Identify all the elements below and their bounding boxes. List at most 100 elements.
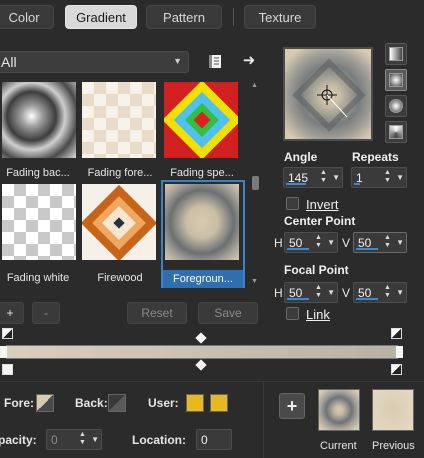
fore-swatch[interactable] <box>36 394 54 412</box>
tab-gradient[interactable]: Gradient <box>65 5 137 29</box>
chevron-down-icon[interactable]: ▼ <box>396 238 404 247</box>
midpoint-top-handle[interactable] <box>195 332 207 344</box>
focal-h-label: H <box>274 286 283 300</box>
gradient-bar[interactable] <box>6 345 398 359</box>
user-color-swatch[interactable] <box>186 394 204 412</box>
location-field[interactable]: 0 <box>196 429 232 450</box>
tab-pattern-label: Pattern <box>163 9 205 25</box>
repeats-slider-fill <box>354 183 360 185</box>
center-point-icon[interactable] <box>313 83 357 127</box>
stepper-arrows-icon[interactable]: ▲ ▼ <box>313 234 324 251</box>
chevron-down-icon[interactable]: ▼ <box>91 435 99 444</box>
bottom-right-stop-icon[interactable] <box>391 364 402 375</box>
remove-gradient-button[interactable]: - <box>32 302 60 324</box>
thumb-firewood[interactable] <box>80 182 158 262</box>
thumb-label: Fading bac... <box>6 167 70 179</box>
arrow-right-icon[interactable]: ➜ <box>240 51 258 69</box>
reset-button[interactable]: Reset <box>127 302 187 324</box>
chevron-down-icon[interactable]: ▼ <box>327 238 335 247</box>
thumb-label: Fading fore... <box>87 167 153 179</box>
tab-pattern[interactable]: Pattern <box>146 5 222 29</box>
focal-h-slider-fill <box>287 298 309 300</box>
scroll-down-icon[interactable]: ▼ <box>251 278 258 285</box>
focal-h-stepper[interactable]: 50 ▲ ▼ ▼ <box>284 282 338 303</box>
add-label: + <box>6 306 14 320</box>
tab-color[interactable]: Color <box>0 5 54 29</box>
save-button[interactable]: Save <box>198 302 258 324</box>
chevron-down-icon: ▼ <box>173 56 182 66</box>
linear-gradient-icon <box>389 47 403 61</box>
angle-label: Angle <box>284 150 318 164</box>
fore-label: Fore: <box>4 396 34 410</box>
midpoint-bottom-handle[interactable] <box>195 359 207 371</box>
style-sunburst-button[interactable] <box>385 95 407 117</box>
stepper-arrows-icon[interactable]: ▲ ▼ <box>382 234 393 251</box>
repeats-stepper[interactable]: 1 ▲ ▼ ▼ <box>351 167 407 188</box>
angle-stepper[interactable]: 145 ▲ ▼ ▼ <box>283 167 343 188</box>
add-gradient-button[interactable]: + <box>0 302 24 324</box>
chevron-down-icon[interactable]: ▼ <box>327 288 335 297</box>
top-left-stop-icon[interactable] <box>2 328 13 339</box>
style-radial-button[interactable] <box>385 121 407 143</box>
stepper-arrows-icon[interactable]: ▲ ▼ <box>382 169 393 186</box>
add-to-swatches-button[interactable]: + <box>279 393 305 419</box>
chevron-down-icon[interactable]: ▼ <box>332 173 340 182</box>
tab-separator <box>233 8 234 26</box>
location-value: 0 <box>201 432 208 447</box>
invert-checkbox[interactable] <box>286 197 299 210</box>
scrollbar-thumb[interactable] <box>252 176 259 190</box>
category-value: All <box>1 54 17 70</box>
tab-gradient-label: Gradient <box>76 9 126 25</box>
focal-v-stepper[interactable]: 50 ▲ ▼ ▼ <box>353 282 407 303</box>
tab-color-label: Color <box>8 9 40 25</box>
category-dropdown[interactable]: All ▼ <box>0 51 189 73</box>
bottom-left-stop-icon[interactable] <box>2 364 13 375</box>
focal-v-slider-fill <box>356 298 378 300</box>
stepper-arrows-icon[interactable]: ▲ ▼ <box>313 284 324 301</box>
link-label: Link <box>306 307 330 322</box>
thumb-fading-spectrum[interactable] <box>162 80 240 160</box>
thumb-label: Firewood <box>97 272 143 284</box>
center-h-slider-fill <box>287 248 309 250</box>
scroll-up-icon[interactable]: ▲ <box>251 82 258 89</box>
center-v-slider-fill <box>356 248 378 250</box>
previous-label: Previous <box>372 440 415 452</box>
location-label: Location: <box>132 433 186 447</box>
opacity-label: pacity: <box>0 433 37 447</box>
center-v-stepper[interactable]: 50 ▲ ▼ ▼ <box>353 232 407 253</box>
remove-label: - <box>44 306 48 320</box>
chevron-down-icon[interactable]: ▼ <box>396 173 404 182</box>
current-label: Current <box>320 440 357 452</box>
plus-icon: + <box>286 395 298 416</box>
stepper-arrows-icon[interactable]: ▲ ▼ <box>318 169 329 186</box>
user-color-swatch-large[interactable] <box>210 394 228 412</box>
user-label: User: <box>148 396 179 410</box>
library-icon[interactable] <box>206 52 224 70</box>
focal-point-label: Focal Point <box>284 263 349 277</box>
stepper-arrows-icon[interactable]: ▲ ▼ <box>382 284 393 301</box>
back-swatch[interactable] <box>108 394 126 412</box>
link-checkbox[interactable] <box>286 307 299 320</box>
chevron-down-icon[interactable]: ▼ <box>396 288 404 297</box>
gradient-preview[interactable] <box>283 47 373 141</box>
invert-label-text: Invert <box>306 197 339 212</box>
thumb-fading-foreground[interactable] <box>80 80 158 160</box>
thumb-fading-white[interactable] <box>0 182 78 262</box>
rectangular-gradient-icon <box>389 73 403 87</box>
current-swatch[interactable] <box>318 389 360 431</box>
style-rectangular-button[interactable] <box>385 69 407 91</box>
center-h-stepper[interactable]: 50 ▲ ▼ ▼ <box>284 232 338 253</box>
selected-thumb-label: Foregroun... <box>163 270 243 288</box>
previous-swatch[interactable] <box>372 389 414 431</box>
top-right-stop-icon[interactable] <box>391 328 402 339</box>
style-linear-button[interactable] <box>385 43 407 65</box>
center-v-label: V <box>342 236 351 250</box>
stepper-arrows-icon[interactable]: ▲ ▼ <box>77 431 88 448</box>
gallery-scrollbar[interactable]: ▲ ▼ <box>250 80 261 288</box>
thumb-fading-background[interactable] <box>0 80 78 160</box>
left-end-marker <box>0 346 7 358</box>
tab-texture[interactable]: Texture <box>244 5 316 29</box>
thumb-label: Fading white <box>6 272 70 284</box>
opacity-stepper[interactable]: 0 ▲ ▼ ▼ <box>46 429 102 450</box>
invert-label: Invert <box>306 197 339 212</box>
